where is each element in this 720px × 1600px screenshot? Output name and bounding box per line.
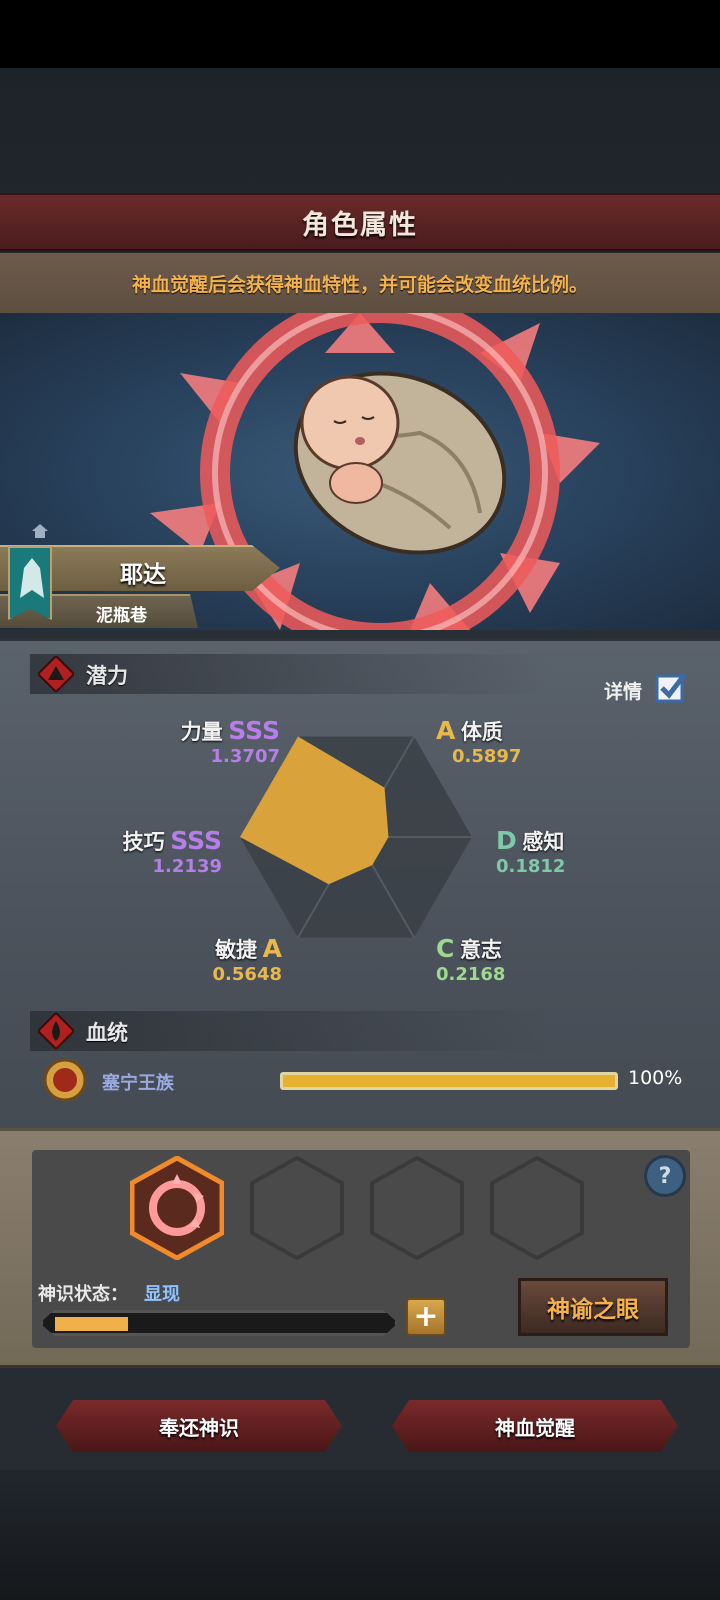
help-button[interactable]: ?	[644, 1155, 686, 1197]
stat-strength: 力量 SSS 1.3707	[168, 716, 280, 767]
stat-name: 体质	[460, 720, 503, 744]
stat-grade: C	[436, 934, 455, 963]
stat-agility: 敏捷 A 0.5648	[196, 934, 282, 985]
stat-name: 力量	[180, 720, 223, 744]
lineage-percent: 100%	[628, 1067, 683, 1089]
bottom-area	[0, 1470, 720, 1600]
blood-drop-icon	[38, 1013, 74, 1049]
blood-awaken-label: 神血觉醒	[495, 1415, 575, 1440]
return-divine-button[interactable]: 奉还神识	[56, 1400, 342, 1452]
stat-value: 0.2168	[436, 964, 506, 985]
divine-slot-empty[interactable]	[490, 1156, 584, 1260]
stat-grade: A	[262, 934, 282, 963]
lineage-section-header: 血统	[30, 1011, 550, 1051]
divine-progress-fill	[55, 1317, 128, 1331]
stat-constitution: A 体质 0.5897	[436, 716, 521, 767]
divine-progress-bar	[40, 1310, 398, 1336]
lineage-row: 塞宁王族 100%	[40, 1058, 690, 1102]
stat-value: 1.3707	[210, 746, 280, 767]
stat-name: 意志	[459, 938, 502, 962]
stat-will: C 意志 0.2168	[436, 934, 505, 985]
royal-crest-icon	[43, 1058, 87, 1102]
lineage-progress-bar	[280, 1072, 618, 1090]
lineage-label: 血统	[86, 1021, 128, 1045]
stat-value: 1.2139	[152, 856, 222, 877]
divine-slot-empty[interactable]	[250, 1156, 344, 1260]
stat-name: 感知	[522, 830, 565, 854]
divine-slot-active[interactable]	[130, 1156, 224, 1260]
stat-grade: A	[436, 716, 456, 745]
blood-awaken-button[interactable]: 神血觉醒	[392, 1400, 678, 1452]
stat-grade: SSS	[170, 826, 222, 855]
divine-state-value: 显现	[144, 1284, 180, 1305]
stat-value: 0.1812	[496, 856, 566, 877]
stat-value: 0.5897	[452, 746, 522, 767]
stat-grade: SSS	[228, 716, 280, 745]
stat-value: 0.5648	[212, 964, 282, 985]
stat-name: 技巧	[122, 830, 165, 854]
divine-slot-empty[interactable]	[370, 1156, 464, 1260]
add-button[interactable]: +	[406, 1298, 446, 1336]
stat-name: 敏捷	[215, 938, 258, 962]
stat-skill: 技巧 SSS 1.2139	[106, 826, 222, 877]
return-divine-label: 奉还神识	[159, 1415, 239, 1440]
divine-state-label: 神识状态：	[38, 1284, 128, 1305]
stat-perception: D 感知 0.1812	[496, 826, 565, 877]
oracle-eye-button[interactable]: 神谕之眼	[518, 1278, 668, 1336]
stat-grade: D	[496, 826, 517, 855]
lineage-name: 塞宁王族	[102, 1073, 174, 1094]
